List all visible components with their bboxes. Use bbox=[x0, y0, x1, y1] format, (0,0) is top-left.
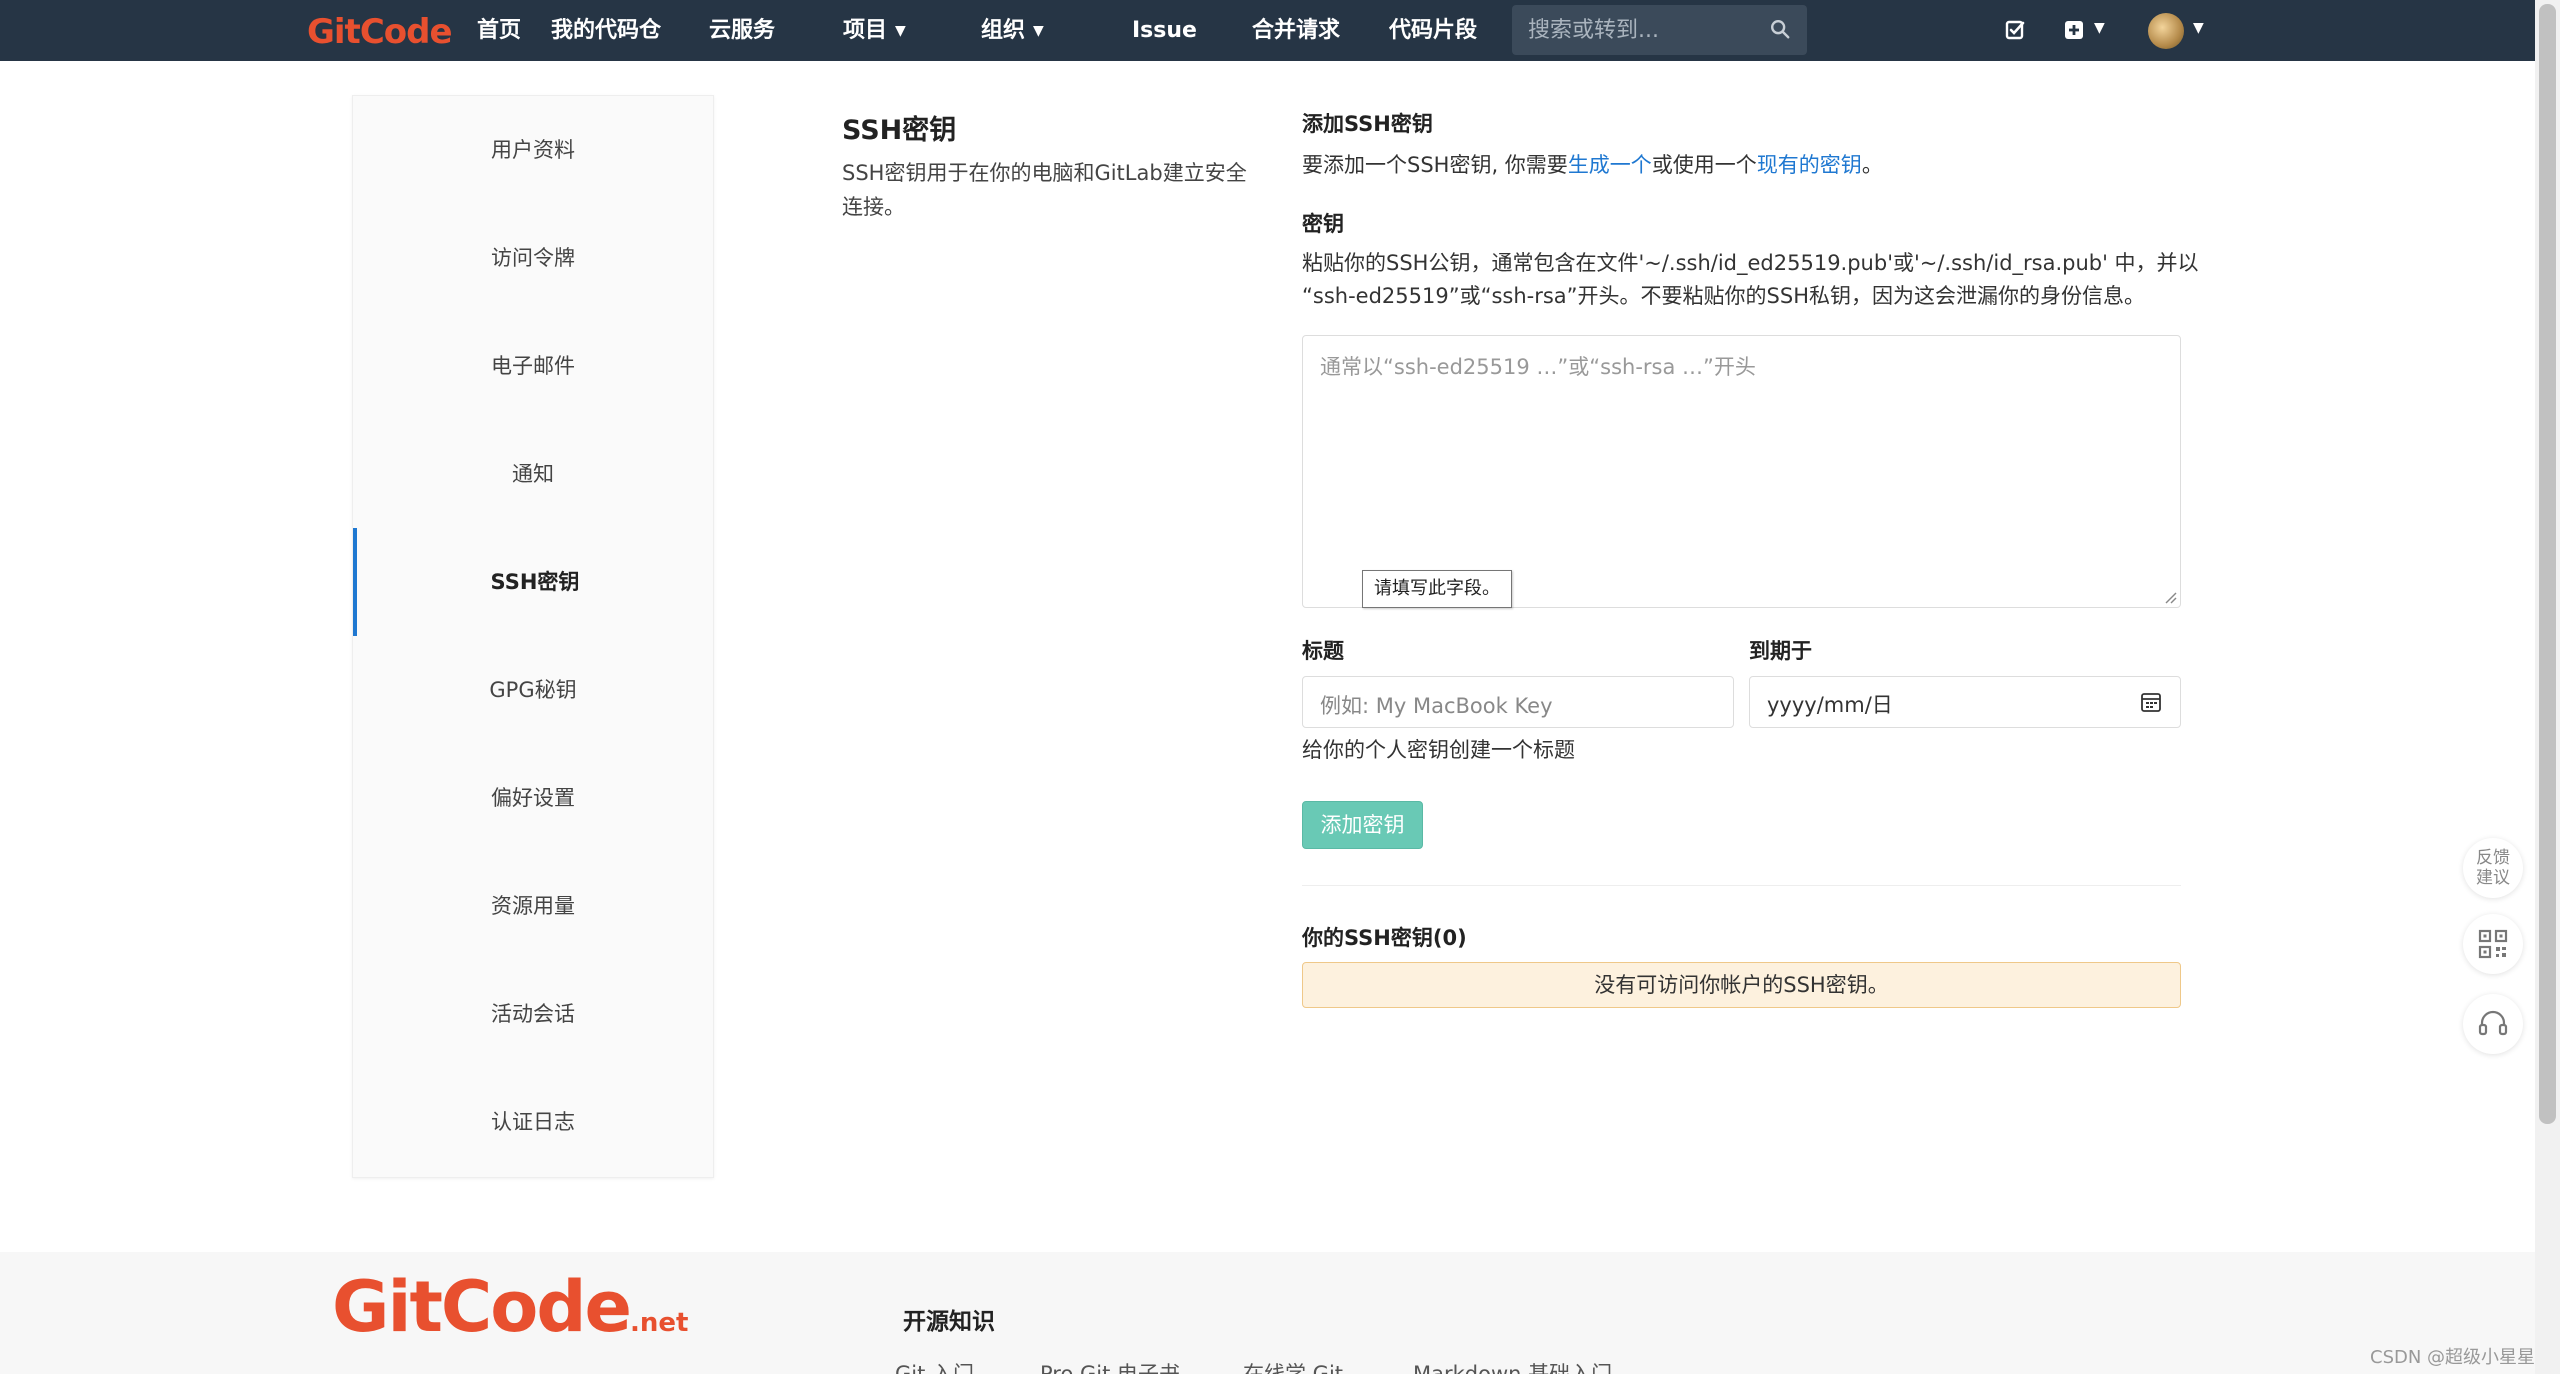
your-ssh-keys-heading: 你的SSH密钥(0) bbox=[1302, 926, 1467, 950]
search-box[interactable] bbox=[1512, 5, 1807, 55]
feedback-label-line-1: 反馈 bbox=[2476, 848, 2510, 868]
key-label: 密钥 bbox=[1302, 212, 1344, 236]
nav-groups-label: 组织 bbox=[981, 18, 1026, 43]
nav-projects-label: 项目 bbox=[843, 18, 888, 43]
gitcode-logo[interactable]: GitCode bbox=[307, 12, 453, 52]
page-footer: GitCode.net 开源知识 Git 入门 Pro Git 电子书 在线学 … bbox=[0, 1252, 2535, 1374]
nav-home[interactable]: 首页 bbox=[477, 0, 521, 61]
customer-service-button[interactable] bbox=[2463, 994, 2523, 1054]
chevron-down-icon[interactable]: ▼ bbox=[2094, 20, 2105, 36]
nav-issue[interactable]: Issue bbox=[1132, 0, 1197, 61]
expires-label: 到期于 bbox=[1749, 639, 1812, 663]
plus-square-icon[interactable] bbox=[2062, 18, 2086, 42]
sidebar-item-ssh-keys[interactable]: SSH密钥 bbox=[353, 528, 713, 636]
existing-key-link[interactable]: 现有的密钥 bbox=[1757, 153, 1862, 177]
footer-link-git-intro[interactable]: Git 入门 bbox=[895, 1358, 974, 1374]
nav-cloud[interactable]: 云服务 bbox=[709, 0, 775, 61]
headset-icon bbox=[2478, 1010, 2508, 1036]
add-ssh-key-intro: 要添加一个SSH密钥, 你需要生成一个或使用一个现有的密钥。 bbox=[1302, 149, 1883, 182]
key-textarea[interactable]: 通常以“ssh-ed25519 …”或“ssh-rsa …”开头 bbox=[1302, 335, 2181, 608]
title-input-placeholder: 例如: My MacBook Key bbox=[1320, 694, 1553, 718]
chevron-down-icon[interactable]: ▼ bbox=[2193, 20, 2204, 36]
empty-keys-alert: 没有可访问你帐户的SSH密钥。 bbox=[1302, 962, 2181, 1008]
title-input[interactable]: 例如: My MacBook Key bbox=[1302, 676, 1734, 728]
nav-merge-requests[interactable]: 合并请求 bbox=[1252, 0, 1340, 61]
page-scrollbar[interactable] bbox=[2535, 0, 2560, 1374]
chevron-down-icon: ▼ bbox=[895, 22, 906, 39]
search-input[interactable] bbox=[1512, 5, 1752, 55]
sidebar-item-auth-log[interactable]: 认证日志 bbox=[353, 1068, 713, 1176]
feedback-button[interactable]: 反馈 建议 bbox=[2463, 838, 2523, 898]
nav-snippets[interactable]: 代码片段 bbox=[1389, 0, 1477, 61]
resize-grip-icon[interactable] bbox=[2163, 590, 2177, 604]
footer-logo-text: GitCode bbox=[332, 1266, 632, 1348]
qr-code-button[interactable] bbox=[2463, 914, 2523, 974]
expires-date-input[interactable]: yyyy/mm/日 bbox=[1749, 676, 2181, 728]
page-description: SSH密钥用于在你的电脑和GitLab建立安全连接。 bbox=[842, 161, 1247, 219]
footer-logo[interactable]: GitCode.net bbox=[332, 1266, 688, 1348]
key-help-line-2: “ssh-ed25519”或“ssh-rsa”开头。不要粘贴你的SSH私钥，因为… bbox=[1302, 284, 2146, 308]
sidebar-item-emails[interactable]: 电子邮件 bbox=[353, 312, 713, 420]
sidebar-item-preferences[interactable]: 偏好设置 bbox=[353, 744, 713, 852]
intro-text-mid: 或使用一个 bbox=[1651, 153, 1757, 177]
search-icon bbox=[1771, 20, 1790, 39]
calendar-icon[interactable] bbox=[2140, 691, 2162, 713]
footer-link-learn-git[interactable]: 在线学 Git bbox=[1243, 1358, 1343, 1374]
chevron-down-icon: ▼ bbox=[1033, 22, 1044, 39]
expires-date-value: yyyy/mm/日 bbox=[1767, 693, 1893, 717]
footer-logo-suffix: .net bbox=[629, 1308, 689, 1338]
key-help-line-1: 粘贴你的SSH公钥，通常包含在文件'~/.ssh/id_ed25519.pub'… bbox=[1302, 251, 2199, 275]
title-help-text: 给你的个人密钥创建一个标题 bbox=[1302, 738, 1575, 762]
intro-text-post: 。 bbox=[1861, 153, 1883, 177]
feedback-label-line-2: 建议 bbox=[2476, 868, 2510, 888]
key-textarea-placeholder: 通常以“ssh-ed25519 …”或“ssh-rsa …”开头 bbox=[1320, 355, 1756, 379]
qr-code-icon bbox=[2478, 929, 2508, 959]
nav-groups[interactable]: 组织 ▼ bbox=[981, 0, 1044, 61]
title-label: 标题 bbox=[1302, 639, 1344, 663]
add-ssh-key-heading: 添加SSH密钥 bbox=[1302, 112, 1433, 136]
nav-my-repos[interactable]: 我的代码仓 bbox=[551, 0, 661, 61]
generate-key-link[interactable]: 生成一个 bbox=[1568, 153, 1652, 177]
csdn-watermark: CSDN @超级小星星 bbox=[2370, 1347, 2536, 1368]
avatar[interactable] bbox=[2148, 13, 2184, 49]
sidebar-item-usage-quotas[interactable]: 资源用量 bbox=[353, 852, 713, 960]
intro-text-pre: 要添加一个SSH密钥, 你需要 bbox=[1302, 153, 1568, 177]
sidebar-item-gpg-keys[interactable]: GPG秘钥 bbox=[353, 636, 713, 744]
feedback-label: 反馈 建议 bbox=[2476, 848, 2510, 888]
footer-section-title: 开源知识 bbox=[903, 1309, 995, 1335]
todo-checkbox-icon[interactable] bbox=[2004, 18, 2028, 42]
section-divider bbox=[1302, 885, 2181, 886]
sidebar-item-active-sessions[interactable]: 活动会话 bbox=[353, 960, 713, 1068]
add-key-button[interactable]: 添加密钥 bbox=[1302, 801, 1423, 849]
top-navbar: GitCode 首页 我的代码仓 云服务 项目 ▼ 组织 ▼ Issue 合并请求 … bbox=[0, 0, 2535, 61]
sidebar-item-notifications[interactable]: 通知 bbox=[353, 420, 713, 528]
footer-link-pro-git[interactable]: Pro Git 电子书 bbox=[1040, 1358, 1180, 1374]
sidebar-item-profile[interactable]: 用户资料 bbox=[353, 96, 713, 204]
sidebar-item-access-tokens[interactable]: 访问令牌 bbox=[353, 204, 713, 312]
nav-projects[interactable]: 项目 ▼ bbox=[843, 0, 906, 61]
page-title: SSH密钥 bbox=[842, 115, 957, 146]
scrollbar-thumb[interactable] bbox=[2539, 4, 2556, 1124]
footer-link-markdown[interactable]: Markdown 基础入门 bbox=[1413, 1358, 1612, 1374]
validation-tooltip: 请填写此字段。 bbox=[1362, 570, 1512, 608]
settings-sidebar: 用户资料 访问令牌 电子邮件 通知 SSH密钥 GPG秘钥 偏好设置 资源用量 … bbox=[352, 95, 714, 1178]
